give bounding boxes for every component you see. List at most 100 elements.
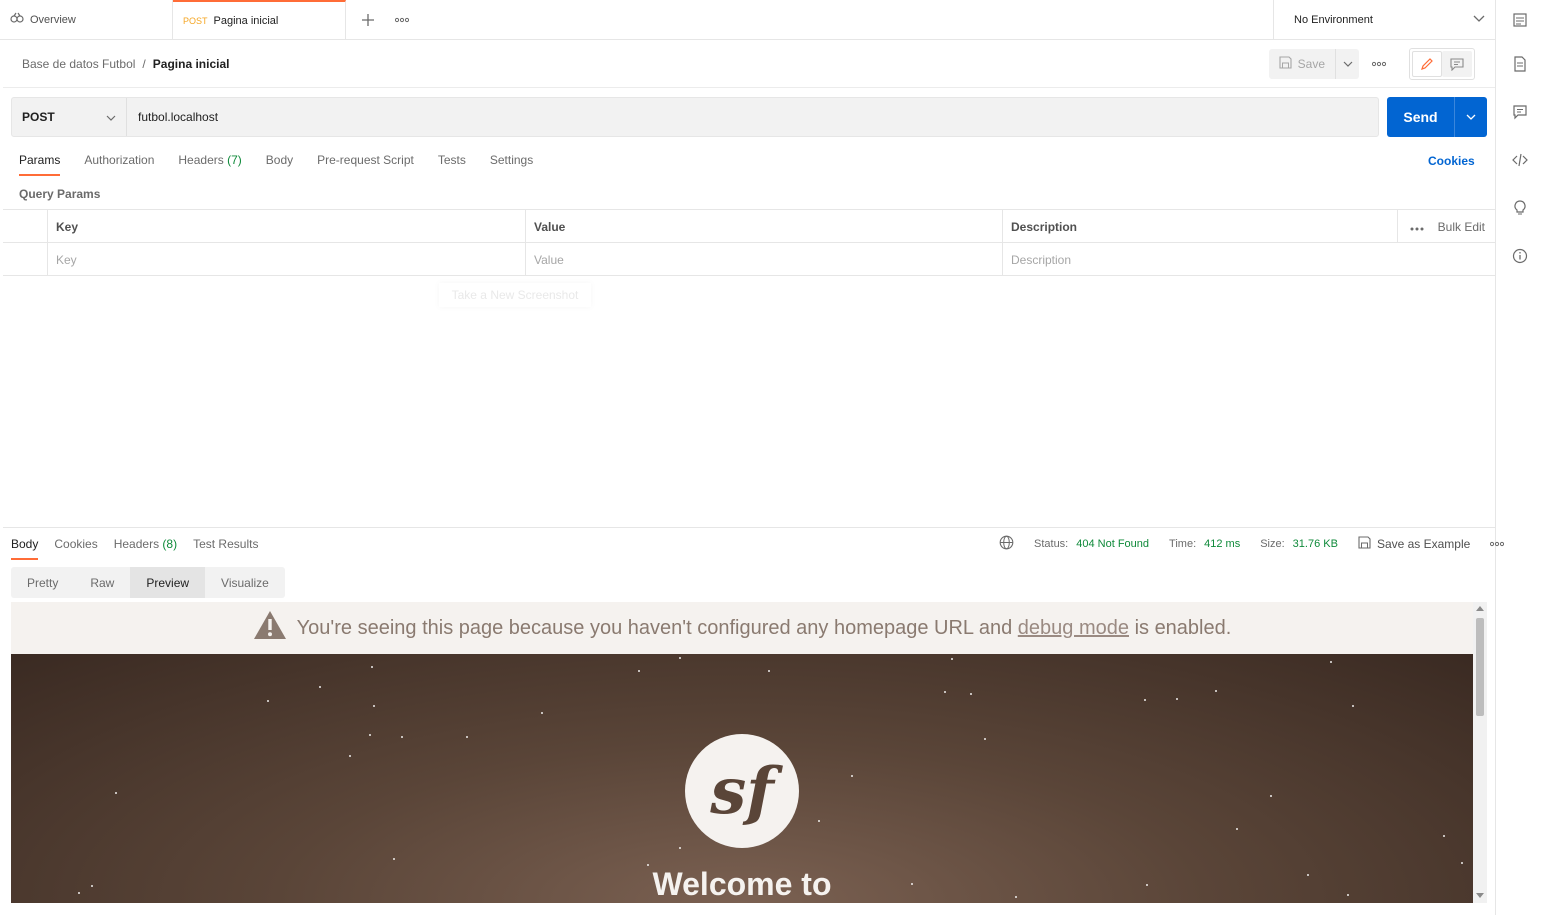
breadcrumb-separator: / xyxy=(142,56,146,71)
response-tab-test-results[interactable]: Test Results xyxy=(193,535,258,560)
response-headers-count: (8) xyxy=(162,537,178,551)
documentation-icon[interactable] xyxy=(1510,54,1530,74)
size-label: Size: xyxy=(1260,538,1285,550)
save-options-chevron-icon[interactable] xyxy=(1335,49,1359,79)
table-header-row: Key Value Description Bulk Edit xyxy=(3,210,1495,243)
request-header: Base de datos Futbol / Pagina inicial Sa… xyxy=(3,40,1495,88)
star-dot xyxy=(115,792,117,794)
comment-mode-icon[interactable] xyxy=(1442,51,1472,77)
tab-pre-request-script[interactable]: Pre-request Script xyxy=(317,150,414,176)
star-dot xyxy=(818,820,820,822)
symfony-logo-text: sf xyxy=(710,753,774,829)
welcome-hero: sf Welcome to xyxy=(11,654,1473,903)
method-select[interactable]: POST xyxy=(12,98,127,136)
tab-pagina-inicial[interactable]: POST Pagina inicial xyxy=(173,0,346,39)
scrollbar-thumb[interactable] xyxy=(1476,618,1484,716)
size-value[interactable]: 31.76 KB xyxy=(1293,538,1338,550)
tab-bar: Overview POST Pagina inicial xyxy=(0,0,1495,40)
send-button-group: Send xyxy=(1387,97,1487,137)
star-dot xyxy=(267,700,269,702)
star-dot xyxy=(369,734,371,736)
description-input[interactable]: Description xyxy=(1002,243,1495,276)
tab-headers-label: Headers xyxy=(178,153,224,167)
view-pretty[interactable]: Pretty xyxy=(11,567,74,598)
tab-body[interactable]: Body xyxy=(266,150,293,176)
view-visualize[interactable]: Visualize xyxy=(205,567,285,598)
mode-toggle xyxy=(1409,48,1475,80)
preview-scrollbar[interactable] xyxy=(1473,602,1487,903)
column-header-value: Value xyxy=(525,210,1002,243)
overview-icon xyxy=(10,12,24,27)
view-preview[interactable]: Preview xyxy=(130,567,206,598)
send-button[interactable]: Send xyxy=(1387,109,1454,125)
star-dot xyxy=(768,670,770,672)
url-input[interactable]: futbol.localhost xyxy=(127,110,218,124)
response-tab-body[interactable]: Body xyxy=(11,535,39,560)
view-raw[interactable]: Raw xyxy=(74,567,130,598)
comments-icon[interactable] xyxy=(1510,102,1530,122)
send-options-chevron-icon[interactable] xyxy=(1454,97,1487,137)
edit-pencil-icon[interactable] xyxy=(1412,51,1442,77)
star-dot xyxy=(1352,705,1354,707)
response-tab-headers-label: Headers xyxy=(113,537,160,551)
save-button[interactable]: Save xyxy=(1268,49,1335,79)
new-tab-plus-icon[interactable] xyxy=(358,10,378,30)
tab-settings[interactable]: Settings xyxy=(490,150,533,176)
value-input[interactable]: Value xyxy=(525,243,1002,276)
request-more-dots-icon[interactable] xyxy=(1359,61,1399,67)
save-as-example-button[interactable]: Save as Example xyxy=(1358,536,1470,552)
time-value[interactable]: 412 ms xyxy=(1204,538,1240,550)
globe-icon[interactable] xyxy=(999,535,1014,553)
response-more-dots-icon[interactable] xyxy=(1490,538,1505,550)
params-more-dots-icon[interactable] xyxy=(1410,220,1424,234)
scroll-up-icon[interactable] xyxy=(1476,606,1484,611)
response-tab-cookies[interactable]: Cookies xyxy=(54,535,97,560)
save-icon xyxy=(1279,56,1292,72)
column-header-key: Key xyxy=(47,210,525,243)
query-params-title: Query Params xyxy=(19,187,101,201)
status-label: Status: xyxy=(1034,538,1069,550)
star-dot xyxy=(1330,661,1332,663)
tab-params[interactable]: Params xyxy=(19,150,61,176)
scroll-down-icon[interactable] xyxy=(1476,893,1484,898)
environment-selector[interactable]: No Environment xyxy=(1273,0,1495,40)
more-tabs-dots-icon[interactable] xyxy=(392,10,412,30)
star-dot xyxy=(401,736,403,738)
query-params-table: Key Value Description Bulk Edit Key Valu… xyxy=(3,209,1495,276)
tab-authorization[interactable]: Authorization xyxy=(84,150,154,176)
star-dot xyxy=(638,670,640,672)
star-dot xyxy=(349,755,351,757)
postman-app: Overview POST Pagina inicial No Environm… xyxy=(0,0,1543,915)
environment-quick-look-icon[interactable] xyxy=(1510,10,1530,30)
warning-icon xyxy=(253,610,287,646)
star-dot xyxy=(393,858,395,860)
star-dot xyxy=(466,736,468,738)
save-as-example-label: Save as Example xyxy=(1376,537,1471,551)
request-bar: POST futbol.localhost xyxy=(11,97,1379,137)
star-dot xyxy=(679,657,681,659)
response-tabs: Body Cookies Headers (8) Test Results xyxy=(11,535,258,560)
response-tab-headers[interactable]: Headers (8) xyxy=(114,535,177,560)
lightbulb-icon[interactable] xyxy=(1510,198,1530,218)
response-preview: You're seeing this page because you have… xyxy=(11,602,1487,903)
breadcrumb-collection[interactable]: Base de datos Futbol xyxy=(22,57,135,71)
tab-actions xyxy=(346,0,412,39)
response-divider[interactable] xyxy=(3,527,1495,528)
bulk-edit-button[interactable]: Bulk Edit xyxy=(1438,220,1485,234)
tab-label: Overview xyxy=(30,13,76,26)
tab-headers[interactable]: Headers (7) xyxy=(178,150,241,176)
page-title[interactable]: Pagina inicial xyxy=(153,57,230,71)
key-input[interactable]: Key xyxy=(47,243,525,276)
code-icon[interactable] xyxy=(1510,150,1530,170)
status-value[interactable]: 404 Not Found xyxy=(1076,538,1149,550)
debug-mode-link[interactable]: debug mode xyxy=(1018,617,1129,639)
tab-overview[interactable]: Overview xyxy=(0,0,173,39)
table-row: Key Value Description xyxy=(3,243,1495,276)
cookies-link[interactable]: Cookies xyxy=(1428,154,1475,168)
tab-tests[interactable]: Tests xyxy=(438,150,466,176)
banner-text-after: is enabled. xyxy=(1134,616,1232,639)
header-actions: Save xyxy=(1268,40,1495,88)
info-icon[interactable] xyxy=(1510,246,1530,266)
environment-label: No Environment xyxy=(1294,14,1373,26)
right-sidebar xyxy=(1495,0,1543,915)
